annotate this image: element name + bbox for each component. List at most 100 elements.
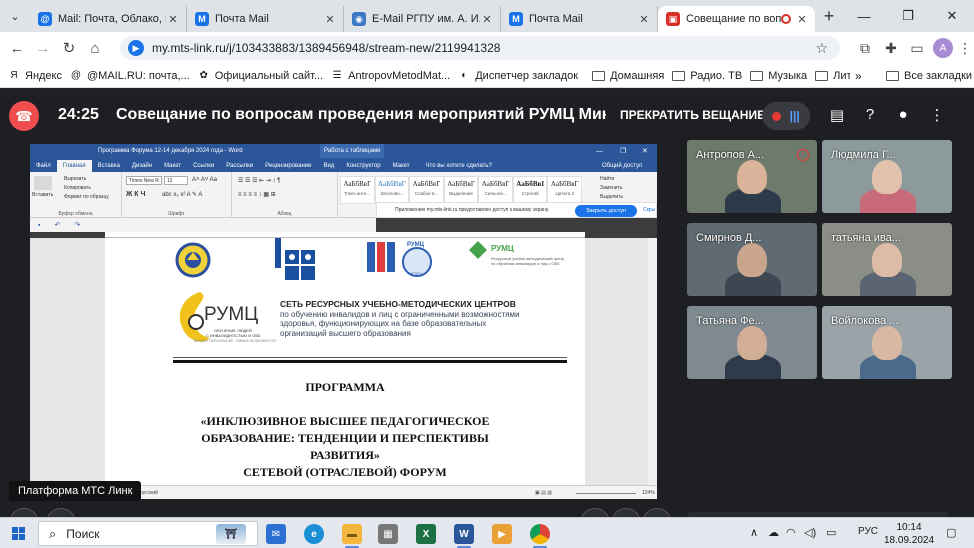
reload-icon[interactable]: ↻ [56,39,82,57]
font-size-box[interactable]: 12 [164,176,188,185]
search-highlight-icon[interactable]: ⛩ [216,524,246,544]
back-icon[interactable]: ← [4,40,30,57]
word-minimize-icon[interactable]: — [596,148,603,155]
word-close-icon[interactable]: ✕ [642,147,648,155]
close-window-icon[interactable]: ✕ [930,0,974,32]
ribbon-tab[interactable]: Рассылки [220,160,259,172]
participant-tile[interactable]: Смирнов Д... [687,223,817,296]
word-icon[interactable]: W [454,524,474,544]
style-item[interactable]: АаБбВвГ ¶ Без инте... [340,176,375,204]
document-page[interactable]: РУМЦ МГППУ РУМЦ Ресурсный учебно-методич… [105,238,585,488]
align-icons[interactable]: ≡ ≡ ≡ ≡ ↕ ▦ ⊞ [238,191,276,198]
ribbon-tab[interactable]: Дизайн [126,160,158,172]
select-button[interactable]: Выделить [600,194,623,200]
bookmark-item[interactable]: Радио. ТВ [672,70,742,82]
chat-icon[interactable]: ▤ [827,106,847,124]
home-icon[interactable]: ⌂ [82,40,108,57]
find-button[interactable]: Найти [600,176,614,182]
style-item[interactable]: АаБбВвГ Сильное... [478,176,513,204]
bookmark-star-icon[interactable]: ☆ [815,40,828,57]
ribbon-tab[interactable]: Главная [56,160,92,172]
edge-browser-icon[interactable]: e [304,524,324,544]
style-item[interactable]: АаБбВвГ Цитата 2 [547,176,583,204]
ribbon-tab[interactable]: Вставка [92,160,126,172]
browser-tab-4[interactable]: M Почта Mail ✕ [501,6,658,32]
extensions-icon[interactable]: ✚ [878,32,904,64]
browser-tab-2[interactable]: M Почта Mail ✕ [187,6,344,32]
chrome-icon[interactable] [530,524,550,544]
bookmark-item[interactable]: ◐ Диспетчер закладок [458,70,578,82]
bookmark-item[interactable]: Музыка [750,70,807,82]
browser-tab-5[interactable]: ▣ Совещание по вопр ✕ [658,6,815,32]
restore-icon[interactable]: ❐ [886,0,930,32]
participant-tile[interactable]: Войлокова ... [822,306,952,379]
font-name-box[interactable]: Times New R [126,176,162,185]
tab-search-chevron-icon[interactable]: ⌄ [0,0,30,32]
participant-tile[interactable]: Людмила Г... [822,140,952,213]
participant-tile[interactable]: татьяна ива... [822,223,952,296]
ribbon-tab[interactable]: Файл [30,160,57,172]
style-item[interactable]: АаБбВвГ Выделение [443,176,479,204]
language-indicator[interactable]: РУС [858,526,878,537]
browser-tab-3[interactable]: ◉ E-Mail РГПУ им. А. И. Ге✕ [344,6,501,32]
minimize-icon[interactable]: — [842,0,886,32]
taskbar-clock[interactable]: 10:14 18.09.2024 [884,521,934,547]
tab-close-icon[interactable]: ✕ [480,13,494,26]
participant-tile[interactable]: Татьяна Фе... [687,306,817,379]
store-icon[interactable]: ▦ [378,524,398,544]
tab-close-icon[interactable]: ✕ [166,13,180,26]
paste-icon[interactable] [34,176,52,190]
file-explorer-icon[interactable]: ▬ [342,524,362,544]
bookmark-item[interactable]: Домашняя [592,70,664,82]
view-mode-icons[interactable]: ▣ ▤ ▥ [535,490,552,496]
ribbon-tab[interactable]: Макет [158,160,187,172]
recording-indicator[interactable]: ||| [762,102,810,130]
bookmark-item[interactable]: Я Яндекс [8,70,62,82]
bookmark-item[interactable]: ✿ Официальный сайт... [198,70,324,82]
style-item[interactable]: АаБбВвГ Заголово... [374,176,410,204]
bookmark-item[interactable]: ☰ AntropovMetodMat... [331,70,451,82]
sidepanel-icon[interactable]: ▭ [904,32,930,64]
replace-button[interactable]: Заменить [600,185,622,191]
mail-app-icon[interactable]: ✉ [266,524,286,544]
media-player-icon[interactable]: ▶ [492,524,512,544]
notifications-icon[interactable]: ▢ [946,526,956,539]
format-painter-button[interactable]: Формат по образцу [64,194,109,200]
participant-tile[interactable]: Антропов А...! [687,140,817,213]
tab-close-icon[interactable]: ✕ [323,13,337,26]
hide-notice-link[interactable]: Скры [643,207,655,213]
save-icon[interactable]: ▪ [38,222,40,229]
cut-button[interactable]: Вырезать [64,176,86,182]
hangup-button[interactable]: ☎ [9,101,39,131]
style-item[interactable]: АаБбВвI Строгий [512,176,548,204]
bookmark-item[interactable]: Литература [815,70,850,82]
undo-icon[interactable]: ↶ [54,221,60,229]
all-bookmarks[interactable]: Все закладки [886,70,972,82]
tray-chevron-icon[interactable]: ∧ [750,526,758,539]
excel-icon[interactable]: X [416,524,436,544]
battery-icon[interactable]: ▭ [826,526,836,539]
stop-sharing-button[interactable]: Закрыть доступ [575,205,637,217]
wifi-icon[interactable]: ◠ [786,526,796,539]
word-restore-icon[interactable]: ❐ [620,147,626,155]
font-grow-icon[interactable]: A˄ A˅ Aa [192,177,217,183]
document-scrollbar[interactable] [648,238,657,485]
ribbon-tab[interactable]: Конструктор [340,160,386,172]
tab-close-icon[interactable]: ✕ [795,13,809,26]
tab-close-icon[interactable]: ✕ [637,13,651,26]
share-button[interactable]: Общий доступ [602,160,642,172]
ribbon-tab[interactable]: Рецензирование [259,160,317,172]
list-icons[interactable]: ☰ ☰ ☰ ⇤ ⇥ ↕ ¶ [238,177,280,184]
ribbon-tab[interactable]: Ссылки [187,160,220,172]
participants-icon[interactable]: ● [893,106,913,123]
windows-start-icon[interactable] [12,527,26,541]
copy-button[interactable]: Копировать [64,185,91,191]
tell-me-box[interactable]: Что вы хотите сделать? [426,160,492,172]
style-item[interactable]: АаБбВвГ Слабое в... [409,176,444,204]
address-bar[interactable]: ▶ my.mts-link.ru/j/103433883/1389456948/… [120,36,840,60]
forward-icon[interactable]: → [30,40,56,57]
browser-tab-1[interactable]: @ Mail: Почта, Облако, Ка ✕ [30,6,187,32]
more-options-icon[interactable]: ⋮ [927,106,947,124]
browser-menu-icon[interactable]: ⋮ [952,32,974,64]
ribbon-tab[interactable]: Макет [387,160,416,172]
